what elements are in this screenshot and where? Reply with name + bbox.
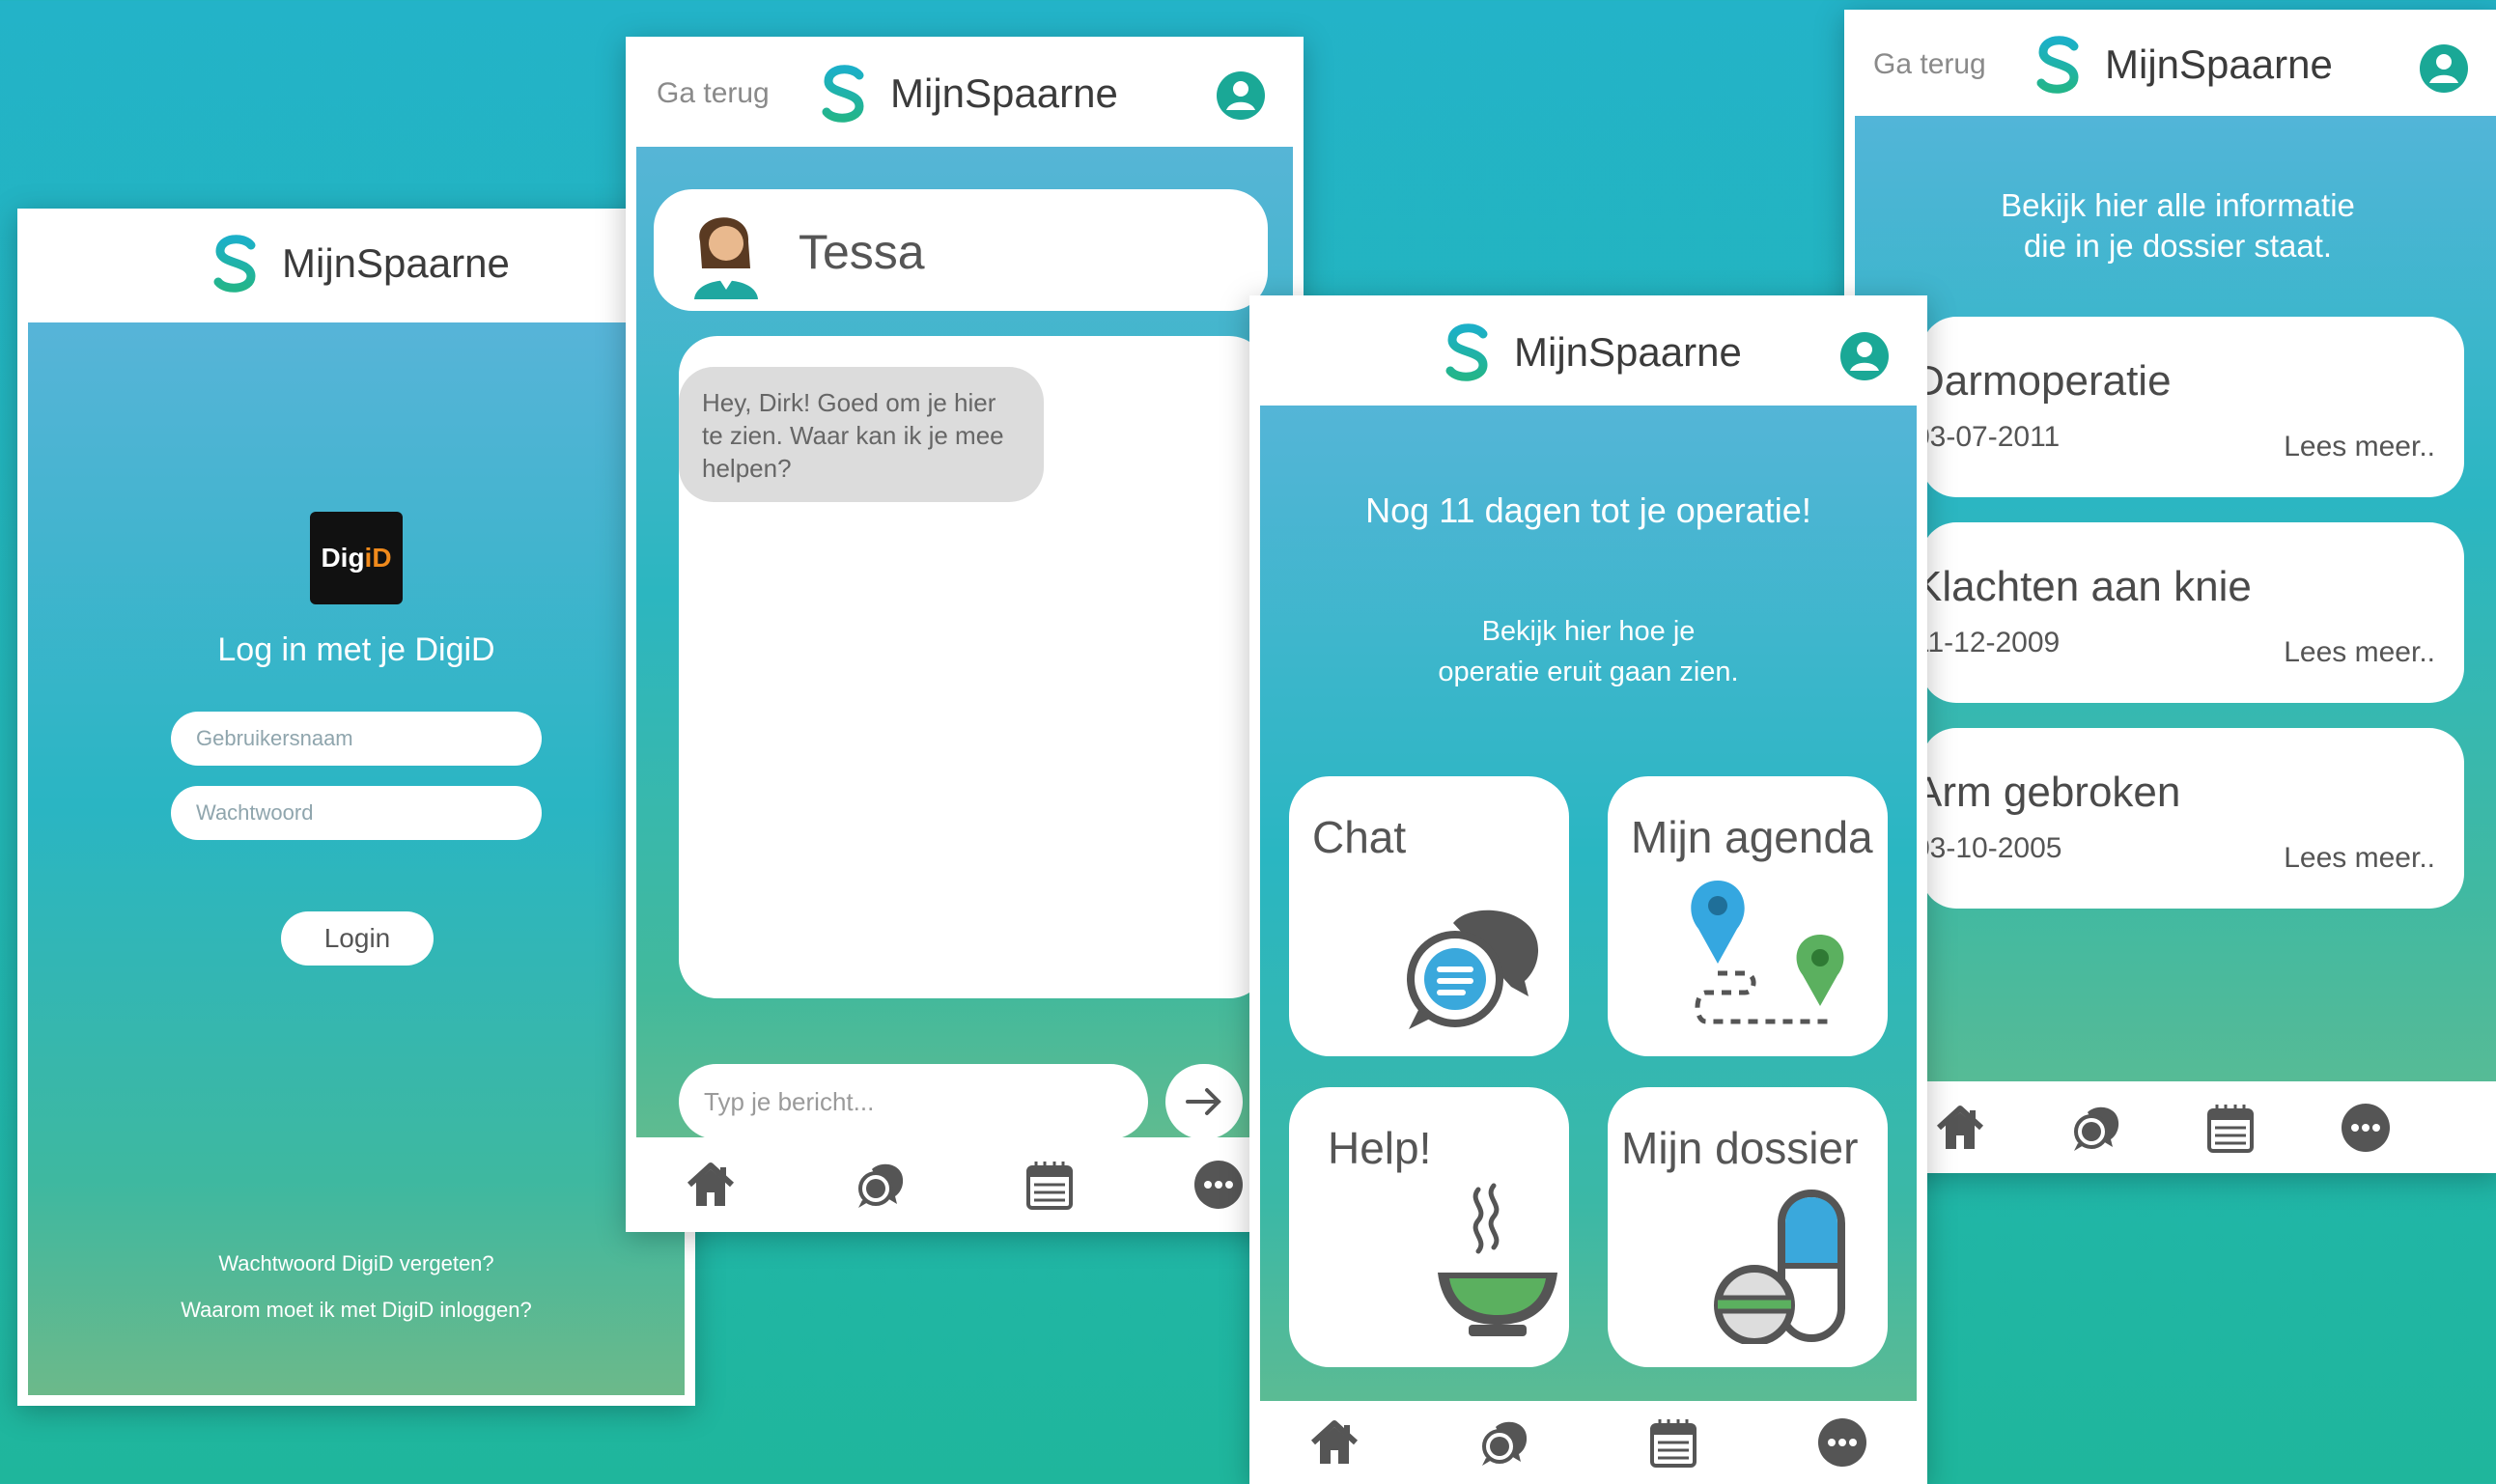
back-button[interactable]: Ga terug bbox=[1873, 48, 1986, 81]
password-field[interactable]: Wachtwoord bbox=[171, 786, 542, 840]
tessa-avatar bbox=[694, 217, 758, 299]
soup-bowl-icon bbox=[1438, 1183, 1557, 1336]
agenda-tile[interactable]: Mijn agenda bbox=[1608, 776, 1888, 1056]
read-more-link[interactable]: Lees meer.. bbox=[2284, 842, 2435, 875]
more-icon[interactable] bbox=[2337, 1099, 2395, 1157]
digid-logo-text: DigiD bbox=[321, 543, 392, 573]
countdown-text: Nog 11 dagen tot je operatie! bbox=[1365, 490, 1811, 530]
back-button[interactable]: Ga terug bbox=[657, 77, 770, 110]
calendar-icon[interactable] bbox=[2202, 1099, 2259, 1157]
dossier-intro-line1: Bekijk hier alle informatie bbox=[2001, 187, 2355, 223]
brand-name: MijnSpaarne bbox=[2105, 42, 2333, 87]
card-date: 11-12-2009 bbox=[1914, 627, 2061, 658]
read-more-link[interactable]: Lees meer.. bbox=[2284, 431, 2435, 463]
spaarne-logo-icon bbox=[2033, 35, 2084, 95]
brand-name: MijnSpaarne bbox=[282, 240, 510, 286]
spaarne-logo-icon bbox=[210, 234, 261, 294]
dossier-card[interactable]: Darmoperatie 03-07-2011 Lees meer.. bbox=[1914, 317, 2464, 497]
brand: MijnSpaarne bbox=[210, 234, 510, 294]
dossier-card[interactable]: Arm gebroken 03-10-2005 Lees meer.. bbox=[1914, 728, 2464, 909]
password-placeholder: Wachtwoord bbox=[196, 800, 314, 825]
chat-panel: Tessa Hey, Dirk! Goed om je hier te zien… bbox=[636, 147, 1293, 1139]
chat-tile[interactable]: Chat bbox=[1289, 776, 1569, 1056]
bottom-nav bbox=[626, 1137, 1304, 1232]
calendar-icon[interactable] bbox=[1021, 1156, 1079, 1214]
chat-header: Ga terug MijnSpaarne bbox=[626, 37, 1304, 147]
digid-logo: DigiD bbox=[310, 512, 403, 604]
message-input[interactable]: Typ je bericht... bbox=[679, 1064, 1148, 1139]
message-text: Hey, Dirk! Goed om je hier te zien. Waar… bbox=[702, 388, 1004, 483]
chat-bubbles-icon bbox=[1407, 910, 1539, 1029]
contact-header: Tessa bbox=[654, 189, 1268, 311]
info-line2[interactable]: operatie eruit gaan zien. bbox=[1260, 657, 1917, 688]
user-profile-icon[interactable] bbox=[1215, 70, 1267, 122]
brand-name: MijnSpaarne bbox=[1514, 329, 1742, 375]
bottom-nav bbox=[1249, 1401, 1927, 1484]
username-placeholder: Gebruikersnaam bbox=[196, 726, 353, 750]
home-panel: Nog 11 dagen tot je operatie! Bekijk hie… bbox=[1260, 406, 1917, 1401]
help-tile[interactable]: Help! bbox=[1289, 1087, 1569, 1367]
login-button[interactable]: Login bbox=[281, 911, 434, 966]
card-title: Klachten aan knie bbox=[1914, 563, 2252, 610]
card-date: 03-07-2011 bbox=[1914, 421, 2061, 453]
brand: MijnSpaarne bbox=[819, 64, 1118, 124]
user-profile-icon[interactable] bbox=[2418, 42, 2470, 95]
card-title: Darmoperatie bbox=[1914, 357, 2172, 405]
card-title: Arm gebroken bbox=[1914, 769, 2181, 816]
login-heading: Log in met je DigiD bbox=[217, 631, 495, 668]
login-header: MijnSpaarne bbox=[17, 209, 695, 322]
message-input-placeholder: Typ je bericht... bbox=[704, 1086, 875, 1116]
login-screen: MijnSpaarne DigiD Log in met je DigiD Ge… bbox=[17, 209, 695, 1406]
dossier-tile[interactable]: Mijn dossier bbox=[1608, 1087, 1888, 1367]
info-line1[interactable]: Bekijk hier hoe je bbox=[1260, 616, 1917, 648]
chat-screen: Ga terug MijnSpaarne Tessa Hey, Dirk! Go… bbox=[626, 37, 1304, 1232]
pills-icon bbox=[1714, 1190, 1845, 1344]
brand: MijnSpaarne bbox=[2033, 35, 2333, 95]
login-button-label: Login bbox=[323, 923, 391, 953]
read-more-link[interactable]: Lees meer.. bbox=[2284, 636, 2435, 669]
login-panel: DigiD Log in met je DigiD Gebruikersnaam… bbox=[28, 322, 685, 1395]
more-icon[interactable] bbox=[1190, 1156, 1248, 1214]
home-screen: MijnSpaarne Nog 11 dagen tot je operatie… bbox=[1249, 295, 1927, 1484]
chat-icon[interactable] bbox=[1474, 1414, 1532, 1471]
home-icon[interactable] bbox=[1931, 1099, 1989, 1157]
bottom-nav bbox=[1844, 1081, 2496, 1173]
dossier-card[interactable]: Klachten aan knie 11-12-2009 Lees meer.. bbox=[1914, 522, 2464, 703]
tile-label: Mijn agenda bbox=[1631, 812, 1873, 862]
why-digid-link[interactable]: Waarom moet ik met DigiD inloggen? bbox=[28, 1298, 685, 1323]
message-area: Hey, Dirk! Goed om je hier te zien. Waar… bbox=[679, 336, 1268, 998]
tile-label: Help! bbox=[1328, 1123, 1432, 1173]
more-icon[interactable] bbox=[1813, 1414, 1871, 1471]
home-icon[interactable] bbox=[682, 1156, 740, 1214]
route-pins-icon bbox=[1691, 881, 1844, 1024]
contact-name: Tessa bbox=[799, 225, 925, 279]
spaarne-logo-icon bbox=[1443, 322, 1493, 382]
arrow-right-icon bbox=[1186, 1088, 1221, 1115]
card-date: 03-10-2005 bbox=[1914, 832, 2062, 864]
brand: MijnSpaarne bbox=[1443, 322, 1742, 382]
dossier-header: Ga terug MijnSpaarne bbox=[1844, 10, 2496, 116]
chat-icon[interactable] bbox=[2066, 1099, 2124, 1157]
tile-label: Chat bbox=[1312, 812, 1407, 862]
message-bubble: Hey, Dirk! Goed om je hier te zien. Waar… bbox=[679, 367, 1044, 502]
brand-name: MijnSpaarne bbox=[890, 70, 1118, 116]
spaarne-logo-icon bbox=[819, 64, 869, 124]
username-field[interactable]: Gebruikersnaam bbox=[171, 712, 542, 766]
tile-label: Mijn dossier bbox=[1621, 1123, 1859, 1173]
home-icon[interactable] bbox=[1305, 1414, 1363, 1471]
user-profile-icon[interactable] bbox=[1838, 330, 1891, 382]
dossier-intro-line2: die in je dossier staat. bbox=[2023, 228, 2333, 264]
home-header: MijnSpaarne bbox=[1249, 295, 1927, 406]
calendar-icon[interactable] bbox=[1644, 1414, 1702, 1471]
send-button[interactable] bbox=[1165, 1064, 1243, 1139]
forgot-password-link[interactable]: Wachtwoord DigiD vergeten? bbox=[28, 1251, 685, 1276]
chat-icon[interactable] bbox=[851, 1156, 909, 1214]
